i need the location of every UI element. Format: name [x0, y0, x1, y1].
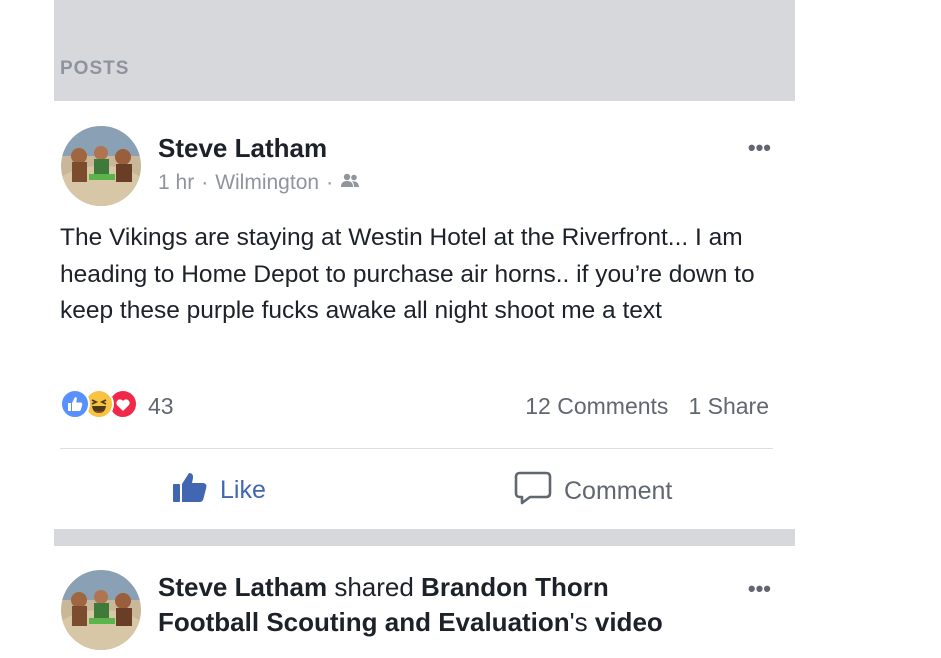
post-location[interactable]: Wilmington [215, 171, 319, 195]
meta-separator: · [326, 171, 334, 194]
shared-word: shared [334, 572, 414, 602]
post-author[interactable]: Steve Latham [158, 572, 327, 602]
friends-icon [340, 171, 360, 195]
like-label: Like [220, 476, 266, 504]
more-options-icon[interactable]: ••• [748, 135, 771, 161]
comment-button[interactable]: Comment [514, 471, 672, 512]
reaction-summary[interactable]: 43 [60, 389, 174, 424]
more-options-icon[interactable]: ••• [748, 576, 771, 602]
meta-separator: · [201, 171, 209, 194]
like-button[interactable]: Like [172, 471, 266, 510]
post-author[interactable]: Steve Latham [158, 133, 327, 164]
post-text: The Vikings are staying at Westin Hotel … [60, 224, 755, 324]
post-meta: 1 hr · Wilmington · [158, 171, 360, 195]
news-feed: POSTS Steve Latham 1 hr · Wilmington · •… [54, 0, 795, 658]
shared-post-header: Steve Latham shared Brandon Thorn Footba… [158, 570, 698, 640]
like-reaction-icon [60, 389, 90, 424]
shares-count[interactable]: 1 Share [688, 393, 769, 420]
post-card: Steve Latham shared Brandon Thorn Footba… [54, 546, 795, 658]
section-header: POSTS [54, 0, 795, 101]
reaction-icons [60, 389, 138, 424]
post-time[interactable]: 1 hr [158, 171, 194, 195]
comment-label: Comment [564, 477, 673, 505]
avatar[interactable] [61, 570, 141, 650]
section-label: POSTS [60, 58, 130, 79]
engagement-stats: 12 Comments 1 Share [525, 393, 769, 420]
divider [60, 448, 773, 449]
post-separator [54, 529, 795, 546]
possessive: 's [569, 607, 588, 637]
shared-object-link[interactable]: video [595, 607, 663, 637]
comment-icon [514, 471, 552, 512]
avatar[interactable] [61, 126, 141, 206]
reaction-count: 43 [148, 393, 174, 419]
comments-count[interactable]: 12 Comments [525, 393, 668, 420]
thumbs-up-icon [172, 471, 208, 510]
post-card: Steve Latham 1 hr · Wilmington · ••• The… [54, 101, 795, 529]
